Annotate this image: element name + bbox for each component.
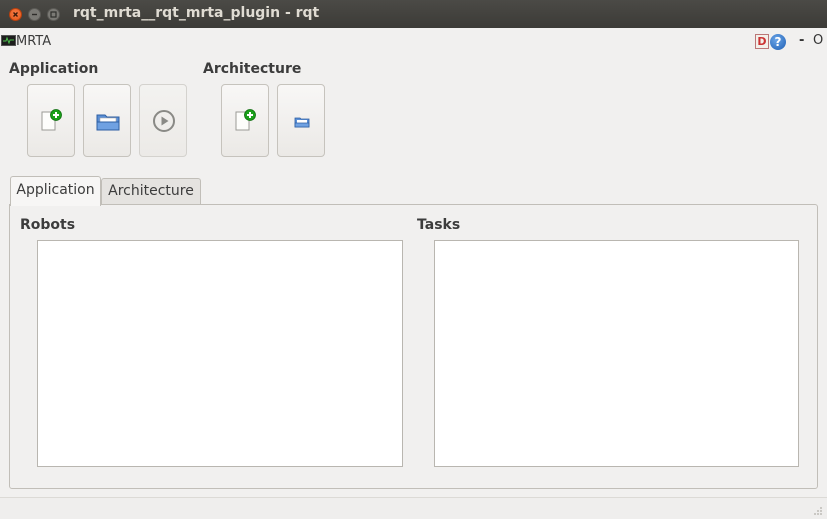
plugin-float-button[interactable]: O (813, 33, 823, 48)
play-icon (153, 110, 175, 132)
status-bar (0, 497, 827, 519)
minimize-window-button[interactable] (28, 8, 41, 21)
plugin-header: MRTA D ? - O (0, 30, 827, 52)
help-button[interactable]: ? (770, 34, 786, 50)
tab-architecture[interactable]: Architecture (101, 178, 201, 205)
close-icon (13, 12, 18, 17)
architecture-section-label: Architecture (203, 61, 302, 77)
run-application-button[interactable] (139, 84, 187, 157)
close-window-button[interactable] (9, 8, 22, 21)
app-window: rqt_mrta__rqt_mrta_plugin - rqt MRTA D ?… (0, 0, 827, 519)
new-document-icon (41, 109, 62, 131)
maximize-icon (50, 11, 57, 18)
tab-application[interactable]: Application (10, 176, 101, 206)
minimize-icon (32, 13, 37, 16)
debug-button[interactable]: D (755, 34, 769, 49)
new-application-button[interactable] (27, 84, 75, 157)
plugin-title: MRTA (16, 34, 52, 49)
maximize-window-button[interactable] (47, 8, 60, 21)
tasks-label: Tasks (417, 217, 461, 233)
new-document-icon (235, 109, 256, 131)
application-tab-panel: Robots Tasks (9, 204, 818, 489)
open-application-button[interactable] (83, 84, 131, 157)
open-folder-icon (294, 117, 310, 128)
application-section-label: Application (9, 61, 99, 77)
monitor-icon (1, 35, 16, 46)
plugin-minimize-button[interactable]: - (799, 33, 804, 48)
resize-grip-icon[interactable] (813, 506, 823, 516)
open-architecture-button[interactable] (277, 84, 325, 157)
robots-list[interactable] (37, 240, 403, 467)
window-title: rqt_mrta__rqt_mrta_plugin - rqt (73, 5, 320, 21)
title-bar[interactable]: rqt_mrta__rqt_mrta_plugin - rqt (0, 0, 827, 28)
tasks-list[interactable] (434, 240, 799, 467)
robots-label: Robots (20, 217, 76, 233)
open-folder-icon (96, 114, 120, 131)
new-architecture-button[interactable] (221, 84, 269, 157)
